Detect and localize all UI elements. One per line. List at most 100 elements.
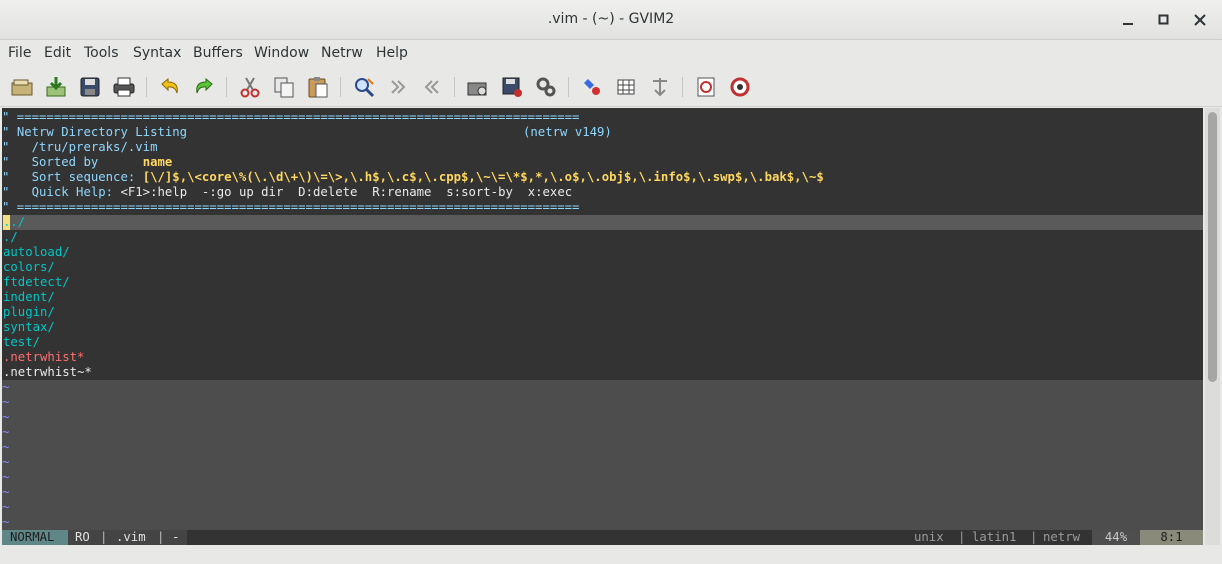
help-icon[interactable]	[694, 75, 718, 99]
menu-window[interactable]: Window	[254, 45, 309, 61]
file-entry[interactable]: .netrwhist*	[3, 350, 84, 365]
readonly-flag: RO	[75, 530, 90, 544]
quick-help-item: R:rename	[372, 185, 432, 199]
status-separator: |	[958, 530, 966, 544]
jump-tag-icon[interactable]	[648, 75, 672, 99]
find-prev-icon[interactable]	[420, 75, 444, 99]
sorted-by-value: name	[142, 155, 173, 169]
status-separator: |	[157, 530, 165, 544]
tilde-line: ~	[2, 395, 10, 409]
print-icon[interactable]	[112, 75, 136, 99]
dir-entry[interactable]: ./	[3, 230, 18, 245]
dir-entry[interactable]: test/	[3, 335, 40, 350]
window-title: .vim - (~) - GVIM2	[547, 11, 675, 27]
menu-bar: File Edit Tools Syntax Buffers Window Ne…	[0, 40, 1222, 67]
make-icon[interactable]	[580, 75, 604, 99]
tilde-line: ~	[2, 455, 10, 469]
save-session-icon[interactable]	[44, 75, 68, 99]
dir-entry[interactable]: ftdetect/	[3, 275, 70, 290]
menu-edit[interactable]: Edit	[44, 45, 71, 61]
cursor-position: 8:1	[1140, 530, 1203, 545]
undo-icon[interactable]	[158, 75, 182, 99]
load-session-icon[interactable]	[466, 75, 490, 99]
find-replace-icon[interactable]	[352, 75, 376, 99]
quick-help-item: -:go up dir	[201, 185, 284, 199]
sorted-by-label: Sorted by	[31, 155, 99, 169]
quick-help-label: Quick Help:	[31, 185, 114, 199]
sort-seq-label: Sort sequence:	[31, 170, 136, 184]
menu-syntax[interactable]: Syntax	[133, 45, 181, 61]
close-icon[interactable]	[1190, 10, 1210, 30]
cursor-line	[2, 215, 1203, 230]
header-version: (netrw v149)	[523, 125, 612, 139]
quick-help-item: s:sort-by	[446, 185, 513, 199]
quick-help-item: <F1>:help	[120, 185, 188, 199]
find-next-icon[interactable]	[386, 75, 410, 99]
toolbar-separator	[682, 77, 683, 97]
run-script-icon[interactable]	[534, 75, 558, 99]
table-icon[interactable]	[614, 75, 638, 99]
tilde-line: ~	[2, 500, 10, 514]
open-icon[interactable]	[10, 75, 34, 99]
window-bottom-edge	[0, 546, 1222, 564]
file-encoding: latin1	[972, 530, 1017, 544]
save-session-disk-icon[interactable]	[500, 75, 524, 99]
scroll-percent: 44%	[1092, 530, 1140, 545]
header-sorted-line: " Sorted by name	[2, 155, 173, 169]
toolbar-separator	[340, 77, 341, 97]
status-filename: .vim	[116, 530, 146, 544]
file-entry[interactable]: .netrwhist~*	[3, 365, 92, 380]
status-separator: |	[100, 530, 108, 544]
header-sortseq-line: " Sort sequence: [\/]$,\<core\%(\.\d\+\)…	[2, 170, 824, 184]
find-help-icon[interactable]	[728, 75, 752, 99]
window-titlebar: .vim - (~) - GVIM2	[0, 0, 1222, 40]
tilde-line: ~	[2, 470, 10, 484]
header-rule: " ======================================…	[2, 110, 580, 124]
menu-tools[interactable]: Tools	[84, 45, 119, 61]
menu-netrw[interactable]: Netrw	[321, 45, 363, 61]
dir-entry[interactable]: indent/	[3, 290, 55, 305]
modified-flag: -	[172, 530, 180, 544]
menu-buffers[interactable]: Buffers	[193, 45, 243, 61]
maximize-icon[interactable]	[1154, 10, 1174, 30]
copy-icon[interactable]	[272, 75, 296, 99]
dir-entry[interactable]: colors/	[3, 260, 55, 275]
menu-file[interactable]: File	[8, 45, 31, 61]
vertical-scrollbar[interactable]	[1205, 108, 1220, 545]
tilde-line: ~	[2, 425, 10, 439]
tilde-line: ~	[2, 485, 10, 499]
dir-entry[interactable]: autoload/	[3, 245, 70, 260]
header-title: Netrw Directory Listing	[16, 125, 188, 139]
minimize-icon[interactable]	[1118, 10, 1138, 30]
toolbar-separator	[454, 77, 455, 97]
header-rule: " ======================================…	[2, 200, 580, 214]
status-separator: |	[1030, 530, 1038, 544]
tilde-line: ~	[2, 515, 10, 529]
dir-entry[interactable]: plugin/	[3, 305, 55, 320]
mode-indicator: NORMAL	[2, 530, 68, 545]
toolbar-separator	[226, 77, 227, 97]
save-icon[interactable]	[78, 75, 102, 99]
file-type: netrw	[1043, 530, 1081, 544]
toolbar-separator	[146, 77, 147, 97]
menu-help[interactable]: Help	[376, 45, 408, 61]
dir-entry[interactable]: syntax/	[3, 320, 55, 335]
sort-seq-value: [\/]$,\<core\%(\.\d\+\)\=\>,\.h$,\.c$,\.…	[142, 170, 824, 184]
paste-icon[interactable]	[306, 75, 330, 99]
toolbar-separator	[568, 77, 569, 97]
file-format: unix	[914, 530, 944, 544]
tilde-line: ~	[2, 440, 10, 454]
redo-icon[interactable]	[192, 75, 216, 99]
header-path: /tru/preraks/.vim	[31, 140, 158, 154]
editor-buffer[interactable]: " ======================================…	[2, 108, 1203, 530]
status-line: NORMAL RO | .vim | - unix | latin1 | net…	[2, 530, 1203, 545]
toolbar	[0, 67, 1222, 107]
dir-entry[interactable]: ../	[3, 215, 25, 230]
scrollbar-thumb[interactable]	[1208, 112, 1217, 382]
quick-help-item: x:exec	[527, 185, 573, 199]
cut-icon[interactable]	[238, 75, 262, 99]
tilde-line: ~	[2, 410, 10, 424]
tilde-line: ~	[2, 380, 10, 394]
empty-buffer-area: ~ ~ ~ ~ ~ ~ ~ ~ ~ ~	[2, 380, 1203, 530]
header-path-line: " /tru/preraks/.vim	[2, 140, 158, 154]
